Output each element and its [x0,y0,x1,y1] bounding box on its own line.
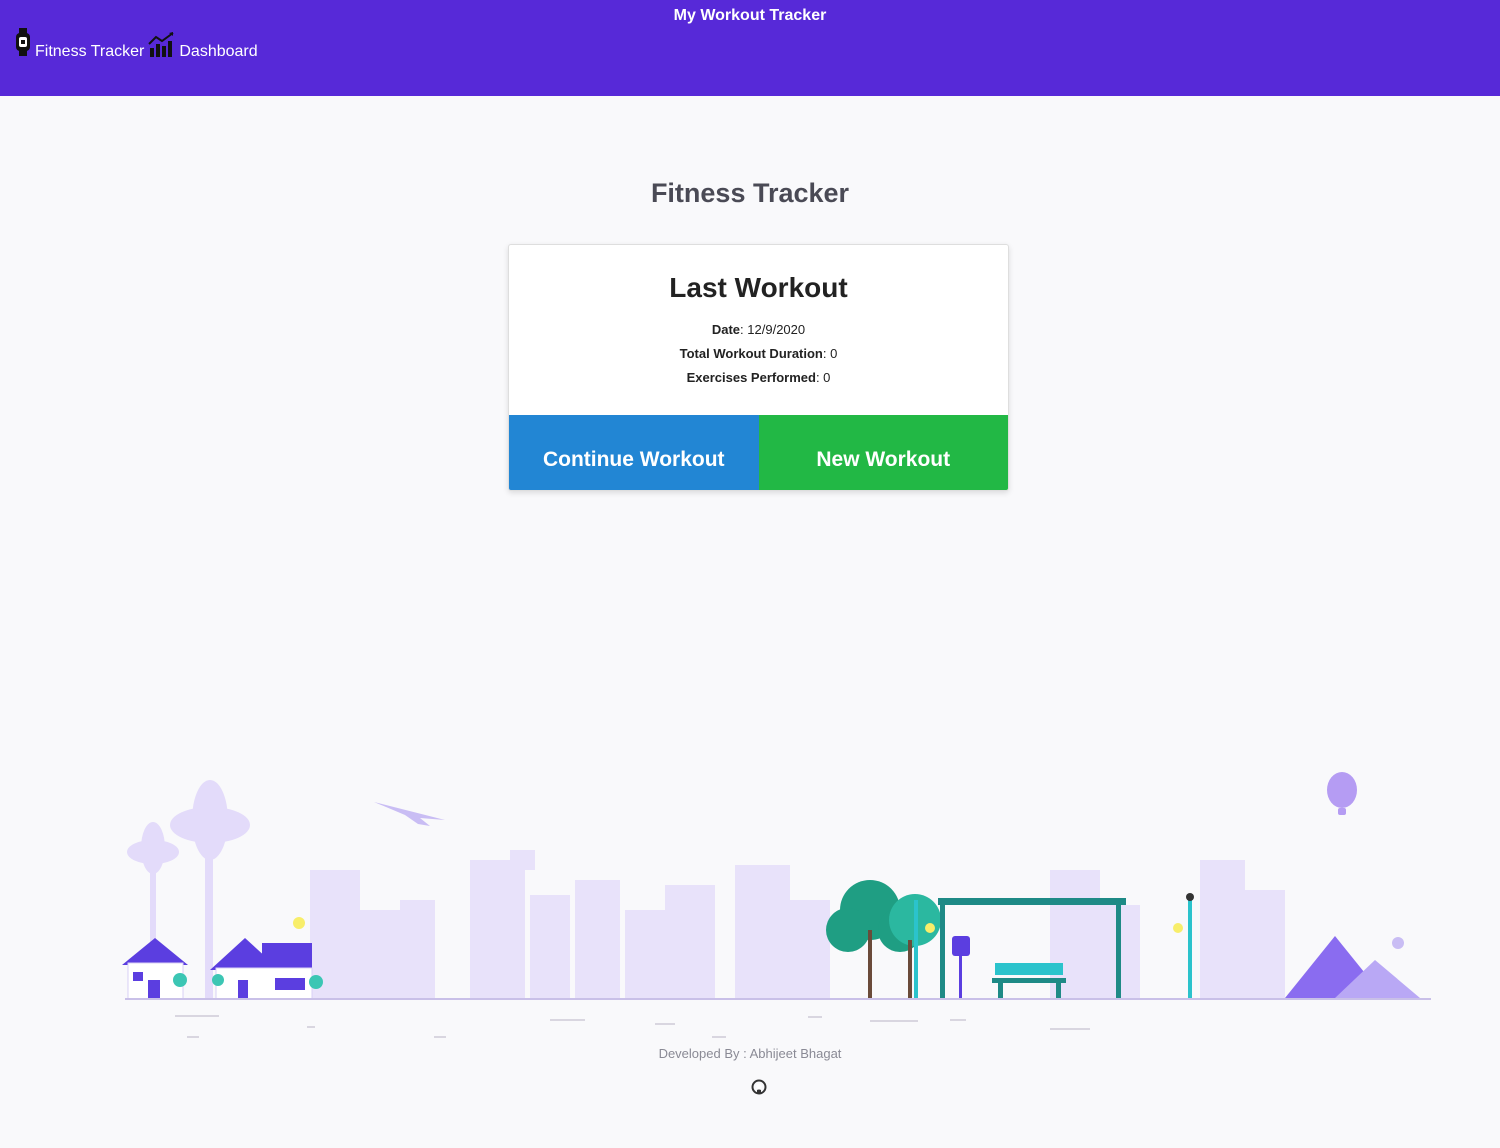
continue-workout-button[interactable]: Continue Workout [509,415,759,490]
stat-date: Date: 12/9/2020 [711,322,806,337]
developer-credit: Developed By : Abhijeet Bhagat [658,1046,842,1061]
main-nav: Fitness Tracker Dashboard [14,28,262,63]
top-navbar: My Workout Tracker Fitness Tracker Dashb… [0,0,1500,96]
github-icon [751,1079,767,1095]
smartwatch-icon [14,28,32,63]
stat-value: 12/9/2020 [747,322,806,337]
stat-label: Date [711,322,741,337]
workout-stats: Date: 12/9/2020 Total Workout Duration: … [509,318,1008,390]
chart-bars-icon [148,32,176,63]
nav-link-label: Dashboard [179,43,258,60]
stat-label: Exercises Performed [686,370,816,385]
hot-air-balloon-icon [1327,772,1357,815]
nav-link-label: Fitness Tracker [35,43,145,60]
stat-value: 0 [823,370,831,385]
stat-exercises: Exercises Performed: 0 [686,370,831,385]
card-actions: Continue Workout New Workout [509,415,1008,490]
trees [826,880,941,1000]
nav-link-dashboard[interactable]: Dashboard [148,32,258,63]
nav-link-fitness-tracker[interactable]: Fitness Tracker [14,28,144,63]
stat-label: Total Workout Duration [679,346,823,361]
last-workout-card: Last Workout Date: 12/9/2020 Total Worko… [508,244,1009,491]
stat-value: 0 [830,346,838,361]
card-title: Last Workout [669,272,848,303]
app-title: My Workout Tracker [673,7,827,24]
airplane-icon [374,802,445,826]
pyramids [1285,936,1420,998]
stat-total-duration: Total Workout Duration: 0 [679,346,838,361]
page-title: Fitness Tracker [650,178,850,208]
city-illustration [122,772,1431,1038]
new-workout-button[interactable]: New Workout [758,415,1008,490]
github-link[interactable] [751,1079,767,1095]
